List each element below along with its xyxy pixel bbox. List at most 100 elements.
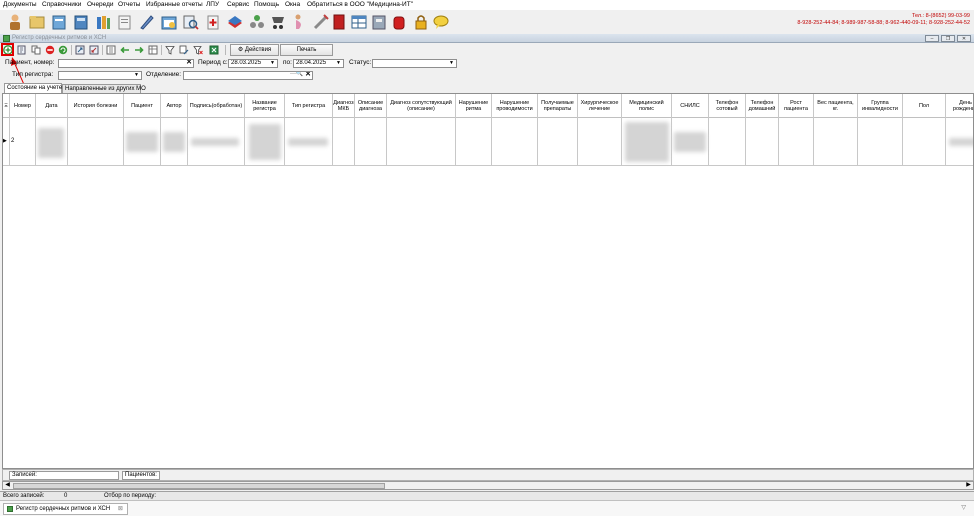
register-icon[interactable] [72, 13, 90, 31]
column-header[interactable]: Пациент [124, 94, 161, 118]
arrow-right-icon[interactable] [134, 45, 144, 55]
cell-drugs [538, 118, 578, 166]
column-header[interactable]: Хирургическое лечение [578, 94, 622, 118]
columns-icon[interactable] [148, 45, 158, 55]
chat-icon[interactable] [432, 13, 450, 31]
archive-icon[interactable] [370, 13, 388, 31]
column-header[interactable]: Диагноз МКБ [333, 94, 355, 118]
column-header[interactable]: День рождения [946, 94, 973, 118]
lock-icon[interactable] [412, 13, 430, 31]
column-header[interactable]: Группа инвалидности [858, 94, 903, 118]
scroll-thumb[interactable] [13, 483, 385, 489]
filter-edit-icon[interactable] [179, 45, 189, 55]
department-input[interactable]: ··· 🔍 ✕ [183, 71, 313, 80]
calendar-icon[interactable] [160, 13, 178, 31]
menu-windows[interactable]: Окна [285, 1, 300, 8]
list-icon[interactable] [106, 45, 116, 55]
actions-button[interactable]: ⚙ Действия [230, 44, 279, 56]
folder-icon[interactable] [28, 13, 46, 31]
status-select[interactable]: ▼ [372, 59, 457, 68]
scroll-left-icon[interactable]: ◀ [3, 482, 12, 489]
column-header[interactable]: История болезни [68, 94, 124, 118]
clear-filter-icon[interactable] [193, 45, 203, 55]
column-header[interactable]: Пол [903, 94, 946, 118]
column-header[interactable]: Медицинский полис [622, 94, 672, 118]
syringe-icon[interactable] [312, 13, 330, 31]
column-header[interactable]: СНИЛС [672, 94, 709, 118]
column-header[interactable]: Нарушение проводимости [492, 94, 538, 118]
column-header[interactable]: Подпись(обработан) [188, 94, 245, 118]
column-header[interactable]: Телефон сотовый [709, 94, 746, 118]
menu-reports[interactable]: Отчеты [118, 1, 140, 8]
column-header[interactable]: Получаемые препараты [538, 94, 578, 118]
edit-record-icon[interactable] [17, 45, 27, 55]
column-header[interactable]: Диагноз сопутствующий (описание) [387, 94, 456, 118]
menu-service[interactable]: Сервис [227, 1, 249, 8]
import-icon[interactable] [89, 45, 99, 55]
pregnancy-icon[interactable] [290, 13, 308, 31]
menu-favorite-reports[interactable]: Избранные отчеты [146, 1, 203, 8]
menu-queues[interactable]: Очереди [87, 1, 114, 8]
taskbar-window-register[interactable]: Регистр сердечных ритмов и ХСН ⊠ [3, 503, 128, 515]
molecule-icon[interactable] [248, 13, 266, 31]
restore-button[interactable]: ❐ [941, 35, 955, 42]
copy-record-icon[interactable] [31, 45, 41, 55]
column-header[interactable]: Номер [10, 94, 36, 118]
column-header[interactable]: Описание диагноза [355, 94, 387, 118]
chevron-down-icon[interactable]: ▼ [134, 72, 139, 79]
red-book-icon[interactable] [330, 13, 348, 31]
layers-icon[interactable] [226, 13, 244, 31]
chevron-down-icon[interactable]: ▼ [270, 60, 275, 67]
clear-patient-icon[interactable]: ✕ [186, 60, 192, 66]
menu-contact-vendor[interactable]: Обратиться в ООО "Медицина-ИТ" [307, 1, 413, 8]
toolbar-separator [161, 45, 162, 55]
table-row[interactable]: ▶ 2 [3, 118, 973, 166]
refresh-icon[interactable] [58, 45, 68, 55]
card-file-icon[interactable] [50, 13, 68, 31]
menu-documents[interactable]: Документы [3, 1, 37, 8]
period-from-field[interactable]: 28.03.2025 ▼ [228, 59, 278, 68]
column-header[interactable]: Вес пациента, кг. [814, 94, 858, 118]
menu-help[interactable]: Помощь [254, 1, 279, 8]
search-icon[interactable]: 🔍 [296, 72, 303, 78]
cart-icon[interactable] [270, 13, 288, 31]
period-to-field[interactable]: 28.04.2025 ▼ [293, 59, 344, 68]
column-header[interactable]: Название регистра [245, 94, 285, 118]
delete-record-icon[interactable] [45, 45, 55, 55]
column-header[interactable]: Тип регистра [285, 94, 333, 118]
export-icon[interactable] [75, 45, 85, 55]
tab-registered[interactable]: Состояние на учете [4, 83, 62, 93]
close-window-button[interactable]: ✕ [957, 35, 971, 42]
patient-input[interactable]: ✕ [58, 59, 194, 68]
column-header[interactable]: Нарушение ритма [456, 94, 492, 118]
register-type-select[interactable]: ▼ [58, 71, 142, 80]
minimize-button[interactable]: – [925, 35, 939, 42]
backpack-icon[interactable] [390, 13, 408, 31]
chevron-down-icon[interactable]: ▼ [449, 60, 454, 67]
clear-department-icon[interactable]: ✕ [305, 72, 311, 78]
books-icon[interactable] [94, 13, 112, 31]
column-header[interactable]: Дата [36, 94, 68, 118]
search-document-icon[interactable] [182, 13, 200, 31]
horizontal-scrollbar[interactable]: ◀ ▶ [2, 481, 974, 490]
menu-lpu[interactable]: ЛПУ [206, 1, 219, 8]
medical-kit-icon[interactable] [204, 13, 222, 31]
filter-icon[interactable] [165, 45, 175, 55]
print-button[interactable]: Печать [280, 44, 333, 56]
column-header[interactable]: Рост пациента [779, 94, 814, 118]
chevron-down-icon[interactable]: ▽ [961, 504, 966, 511]
menu-directories[interactable]: Справочники [42, 1, 81, 8]
table-icon[interactable] [350, 13, 368, 31]
cell-icd [333, 118, 355, 166]
document-stack-icon[interactable] [116, 13, 134, 31]
chevron-down-icon[interactable]: ▼ [336, 60, 341, 67]
scroll-right-icon[interactable]: ▶ [964, 482, 973, 489]
pen-icon[interactable] [138, 13, 156, 31]
column-header[interactable]: Телефон домашний [746, 94, 779, 118]
excel-icon[interactable] [209, 45, 219, 55]
person-icon[interactable] [6, 13, 24, 31]
arrow-left-icon[interactable] [120, 45, 130, 55]
tab-referred-from-other-mo[interactable]: Направленные из других МО [62, 84, 146, 93]
close-tab-icon[interactable]: ⊠ [118, 506, 123, 512]
column-header[interactable]: Автор [161, 94, 188, 118]
